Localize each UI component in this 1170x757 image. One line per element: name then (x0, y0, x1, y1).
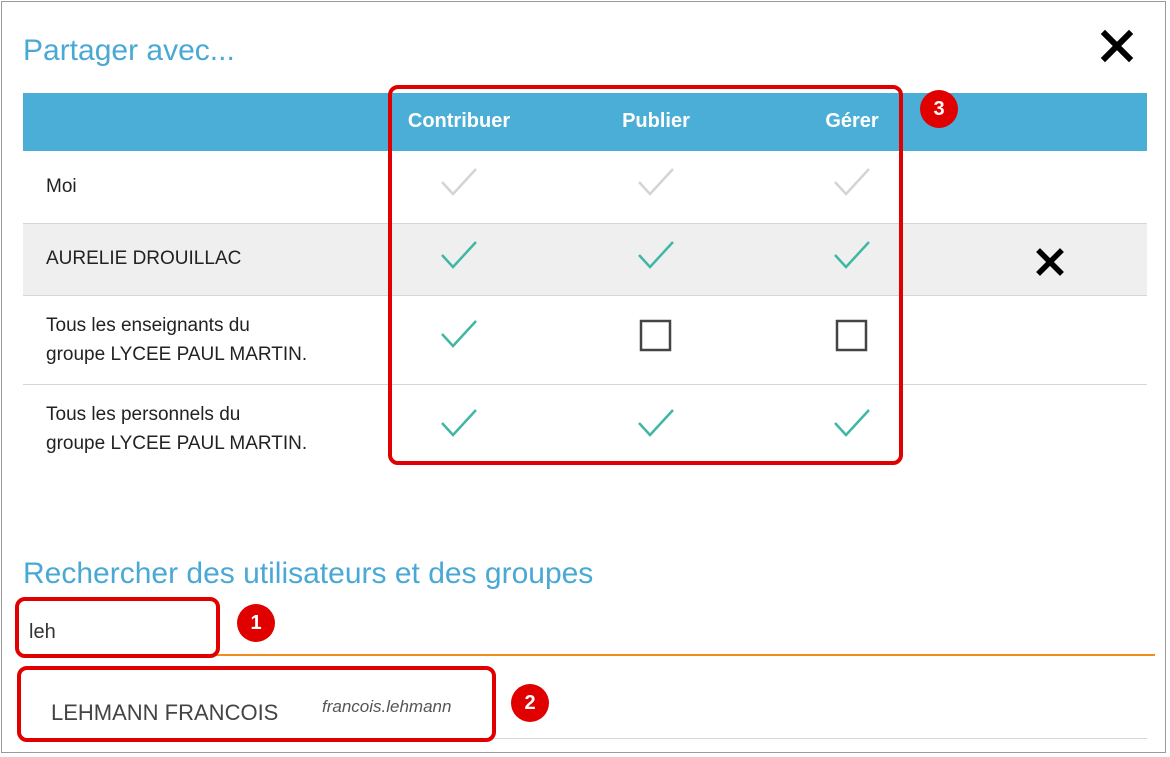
remove-share-icon[interactable] (1034, 246, 1066, 278)
perm-publier-check-icon[interactable] (586, 406, 726, 446)
row-name-line1: Tous les personnels du (46, 404, 241, 425)
dialog-title: Partager avec... (23, 34, 235, 67)
header-gerer: Gérer (825, 110, 879, 132)
row-name: AURELIE DROUILLAC (46, 248, 242, 269)
table-row-enseignants: Tous les enseignants du groupe LYCEE PAU… (23, 296, 1147, 385)
annotation-badge-2: 2 (511, 684, 549, 722)
annotation-badge-3: 3 (920, 90, 958, 128)
close-icon[interactable] (1099, 28, 1135, 64)
perm-gerer-check-icon[interactable] (782, 406, 922, 446)
row-name-line2: groupe LYCEE PAUL MARTIN. (46, 344, 308, 365)
table-row-moi: Moi (23, 151, 1147, 224)
table-row-personnels: Tous les personnels du groupe LYCEE PAUL… (23, 385, 1147, 471)
row-name-line1: Tous les enseignants du (46, 315, 250, 336)
perm-publier-checkbox[interactable] (586, 319, 726, 359)
row-name: Moi (46, 176, 77, 197)
table-header: Contribuer Publier Gérer (23, 93, 1147, 151)
perm-publier-check-icon[interactable] (586, 238, 726, 278)
perm-contribuer-disabled-check-icon (389, 165, 529, 205)
table-row-aurelie: AURELIE DROUILLAC (23, 224, 1147, 296)
annotation-badge-1: 1 (237, 604, 275, 642)
row-name: Tous les enseignants du groupe LYCEE PAU… (46, 311, 307, 369)
search-result-item[interactable]: LEHMANN FRANCOIS francois.lehmann (23, 670, 1147, 739)
perm-gerer-disabled-check-icon (782, 165, 922, 205)
header-contribuer: Contribuer (407, 110, 511, 132)
perm-gerer-checkbox[interactable] (782, 319, 922, 359)
header-publier: Publier (622, 110, 690, 132)
search-title: Rechercher des utilisateurs et des group… (23, 557, 594, 590)
row-name: Tous les personnels du groupe LYCEE PAUL… (46, 400, 307, 458)
search-input[interactable] (23, 610, 1155, 656)
perm-contribuer-check-icon[interactable] (389, 406, 529, 446)
perm-contribuer-check-icon[interactable] (389, 238, 529, 278)
share-table: Contribuer Publier Gérer Moi AURELIE DRO… (23, 93, 1147, 471)
perm-publier-disabled-check-icon (586, 165, 726, 205)
row-name-line2: groupe LYCEE PAUL MARTIN. (46, 433, 308, 454)
result-name: LEHMANN FRANCOIS (51, 700, 279, 725)
perm-contribuer-check-icon[interactable] (389, 317, 529, 357)
perm-gerer-check-icon[interactable] (782, 238, 922, 278)
result-login: francois.lehmann (322, 697, 452, 716)
